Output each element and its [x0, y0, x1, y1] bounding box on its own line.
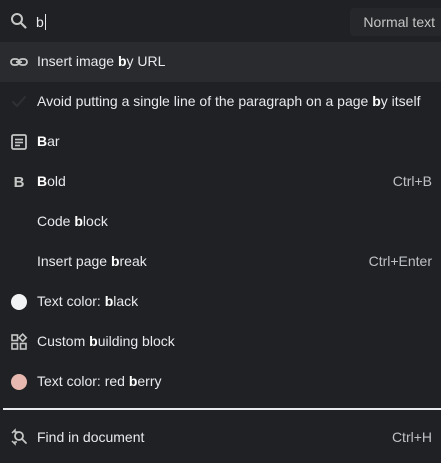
menu-item-label: Avoid putting a single line of the parag… [37, 93, 421, 109]
menu-item-label: Text color: red berry [37, 373, 162, 389]
menu-item-code-block[interactable]: Code block [0, 202, 441, 242]
menu-item-label: Insert page break [37, 253, 147, 269]
menu-item-bar[interactable]: Bar [0, 122, 441, 162]
shortcut-hint: Ctrl+B [392, 173, 432, 189]
menu-item-label: Find in document [37, 429, 145, 445]
menu-item-label: Bar [37, 133, 60, 149]
menu-item-text-color-black[interactable]: Text color: black [0, 282, 441, 322]
command-palette: b Normal text Insert image by URL Avoid … [0, 0, 441, 463]
search-icon [9, 11, 29, 31]
paragraph-style-chip[interactable]: Normal text [350, 8, 441, 36]
text-caret [44, 14, 46, 30]
menu-item-insert-image-by-url[interactable]: Insert image by URL [0, 42, 441, 82]
shortcut-hint: Ctrl+H [391, 429, 432, 445]
search-query: b [36, 14, 44, 30]
color-swatch-icon [9, 292, 29, 312]
menu-item-bold[interactable]: B Bold Ctrl+B [0, 162, 441, 202]
paragraph-icon [9, 132, 29, 152]
style-chip-label: Normal text [363, 14, 435, 30]
search-row: b Normal text [0, 0, 441, 42]
shortcut-hint: Ctrl+Enter [368, 253, 432, 269]
building-block-icon [9, 332, 29, 352]
search-input[interactable]: b [36, 12, 46, 32]
menu-item-label: Bold [37, 173, 66, 189]
menu-item-label: Insert image by URL [37, 53, 166, 69]
bold-icon: B [13, 173, 25, 191]
suggestion-list: Insert image by URL Avoid putting a sing… [0, 42, 441, 402]
menu-item-label: Code block [37, 213, 108, 229]
check-icon [9, 92, 29, 112]
menu-item-label: Text color: black [37, 293, 139, 309]
find-replace-icon [9, 427, 29, 447]
menu-item-text-color-red-berry[interactable]: Text color: red berry [0, 362, 441, 402]
divider [3, 408, 441, 410]
menu-item-custom-building-block[interactable]: Custom building block [0, 322, 441, 362]
menu-item-insert-page-break[interactable]: Insert page break Ctrl+Enter [0, 242, 441, 282]
color-swatch-icon [9, 372, 29, 392]
menu-item-find-in-document[interactable]: Find in document Ctrl+H [0, 417, 441, 457]
link-icon [9, 52, 29, 72]
menu-item-avoid-widow-line[interactable]: Avoid putting a single line of the parag… [0, 82, 441, 122]
menu-item-label: Custom building block [37, 333, 175, 349]
